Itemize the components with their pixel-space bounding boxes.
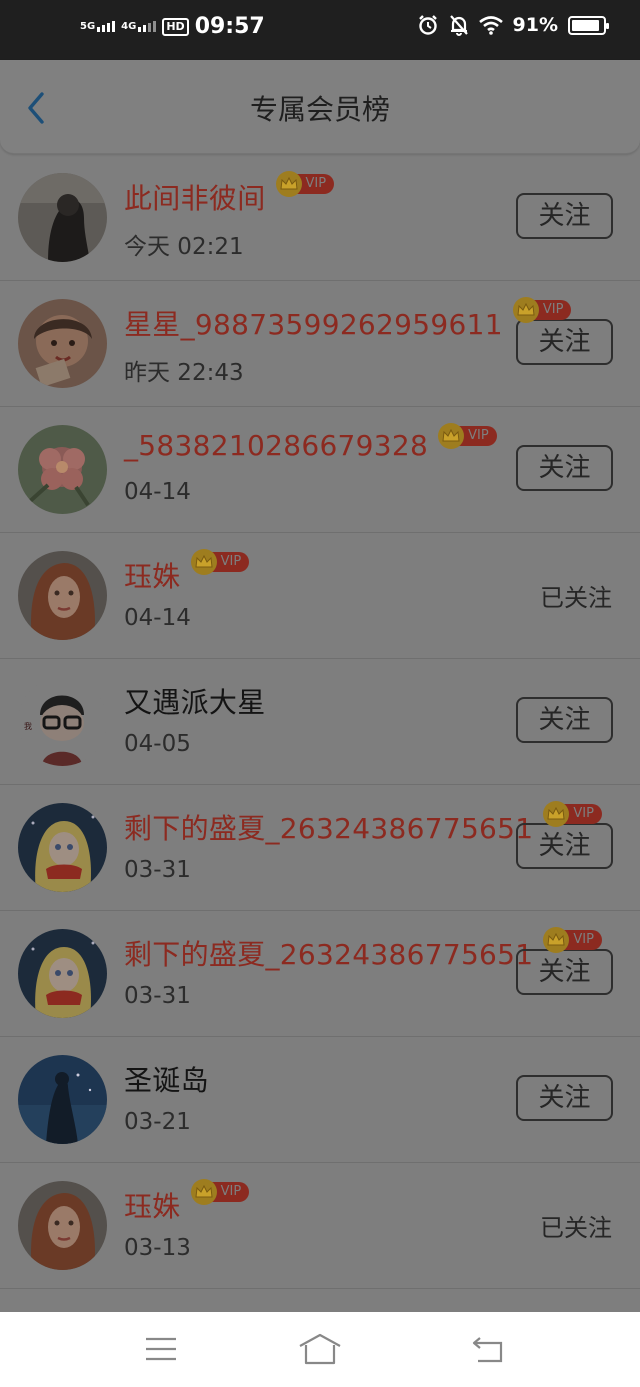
page-header: 专属会员榜 [0,60,640,154]
vip-badge: VIP [543,927,602,953]
crown-icon [275,171,302,197]
member-date: 03-31 [124,983,191,1009]
member-name[interactable]: 此间非彼间 [124,177,266,217]
member-row[interactable]: 我 又遇派大星 04-05 关注 [0,659,640,785]
battery-percent: 91% [512,14,558,36]
member-row[interactable]: 珏姝 VIP 04-14 已关注 [0,533,640,659]
member-list[interactable]: 此间非彼间 VIP 今天 02:21 关注 星星_98873599262959611 VI… [0,155,640,1289]
status-bar: 5G 4G HD 09:57 91% [0,0,640,60]
svg-text:我: 我 [24,721,32,731]
member-row[interactable]: _5838210286679328 VIP 04-14 关注 [0,407,640,533]
member-date: 昨天 22:43 [124,360,244,386]
member-name[interactable]: 圣诞岛 [124,1059,209,1099]
vip-badge: VIP [190,1179,250,1205]
signal-4g-icon: 4G [121,21,157,32]
battery-fill [572,19,599,31]
avatar[interactable] [18,1055,107,1144]
clock: 09:57 [194,14,265,39]
name-line: _5838210286679328 VIP [124,423,497,462]
follow-button[interactable]: 关注 [516,697,613,743]
avatar[interactable] [18,803,107,892]
member-row[interactable]: 星星_98873599262959611 VIP 昨天 22:43 关注 [0,281,640,407]
vip-badge: VIP [543,801,602,827]
vip-badge: VIP [275,171,335,197]
member-row[interactable]: 此间非彼间 VIP 今天 02:21 关注 [0,155,640,281]
avatar[interactable] [18,929,107,1018]
menu-icon[interactable] [145,1336,177,1362]
follow-button[interactable]: 关注 [516,1075,613,1121]
member-row[interactable]: 圣诞岛 03-21 关注 [0,1037,640,1163]
crown-icon [190,1179,217,1205]
name-line: 珏姝 VIP [124,1179,250,1225]
member-row[interactable]: 剩下的盛夏_26324386775651 VIP 03-31 关注 [0,911,640,1037]
status-right: 91% [417,14,609,36]
member-date: 04-14 [124,605,191,631]
member-row[interactable]: 珏姝 VIP 03-13 已关注 [0,1163,640,1289]
member-name[interactable]: 珏姝 [124,1185,181,1225]
status-left: 5G 4G HD 09:57 [80,14,265,39]
avatar[interactable] [18,425,107,514]
name-line: 又遇派大星 [124,681,266,721]
member-name[interactable]: 星星_98873599262959611 [124,303,503,343]
name-line: 圣诞岛 [124,1059,209,1099]
crown-icon [190,549,217,575]
member-date: 04-14 [124,479,191,505]
follow-button[interactable]: 关注 [516,823,613,869]
member-name[interactable]: _5838210286679328 [124,429,428,462]
vip-badge: VIP [512,297,572,323]
signal-5g-icon: 5G [80,21,116,32]
back-nav-icon[interactable] [470,1334,506,1364]
member-row[interactable]: 剩下的盛夏_26324386775651 VIP 03-31 关注 [0,785,640,911]
member-date: 04-05 [124,731,191,757]
home-icon[interactable] [298,1332,342,1366]
member-name[interactable]: 珏姝 [124,555,181,595]
member-date: 03-31 [124,857,191,883]
avatar[interactable] [18,173,107,262]
avatar[interactable]: 我 [18,677,107,766]
avatar[interactable] [18,1181,107,1270]
follow-button[interactable]: 关注 [516,193,613,239]
member-name[interactable]: 剩下的盛夏_26324386775651 [124,807,533,847]
member-date: 今天 02:21 [124,234,244,260]
hd-icon: HD [162,17,189,36]
name-line: 珏姝 VIP [124,549,250,595]
followed-status[interactable]: 已关注 [540,578,612,613]
member-date: 03-13 [124,1235,191,1261]
name-line: 星星_98873599262959611 VIP [124,297,572,343]
crown-icon [438,423,465,449]
vip-badge: VIP [438,423,497,449]
member-name[interactable]: 剩下的盛夏_26324386775651 [124,933,533,973]
follow-button[interactable]: 关注 [516,949,613,995]
battery-icon [568,15,609,35]
mute-bell-icon [449,15,468,36]
crown-icon [512,297,539,323]
wifi-icon [478,16,503,35]
page-title: 专属会员榜 [249,93,390,126]
vip-badge: VIP [190,549,250,575]
avatar[interactable] [18,299,107,388]
alarm-icon [418,15,437,35]
name-line: 此间非彼间 VIP [124,171,335,217]
system-nav-bar [0,1312,640,1387]
member-name[interactable]: 又遇派大星 [124,681,266,721]
avatar[interactable] [18,551,107,640]
follow-button[interactable]: 关注 [516,319,613,365]
member-date: 03-21 [124,1109,191,1135]
followed-status[interactable]: 已关注 [540,1208,612,1243]
follow-button[interactable]: 关注 [516,445,613,491]
